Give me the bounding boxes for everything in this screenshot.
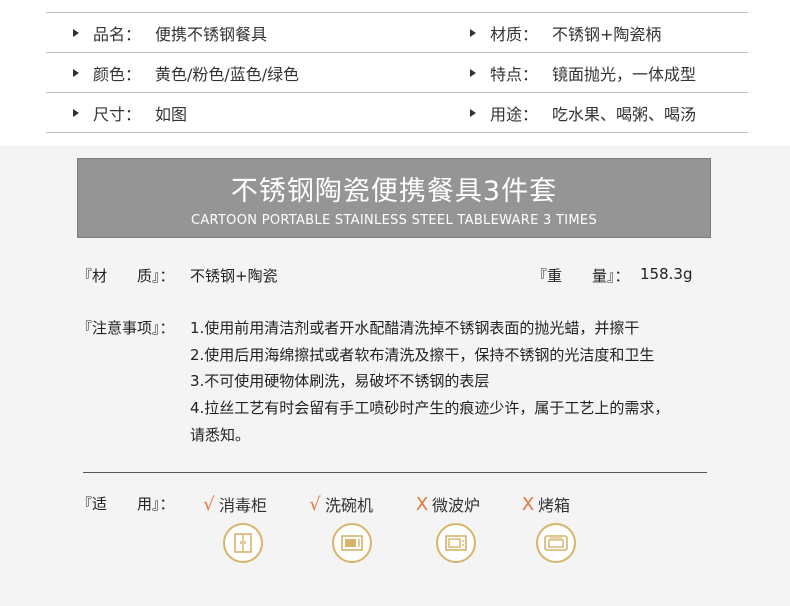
spec-label: 颜色： [93,64,142,84]
oven-icon [536,523,576,563]
triangle-bullet-icon [73,28,79,37]
spec-label: 品名： [93,24,142,44]
spec-table: 品名： 便携不锈钢餐具 材质： 不锈钢+陶瓷柄 颜色： 黄色/粉色/蓝色/绿色 … [46,12,748,133]
weight-label: 『重 量』： [532,267,630,285]
note-line: 请悉知。 [190,426,251,444]
note-line: 2.使用后用海绵擦拭或者软布清洗及擦干，保持不锈钢的光洁度和卫生 [190,346,655,364]
triangle-bullet-icon [470,68,476,77]
spec-section: 品名： 便携不锈钢餐具 材质： 不锈钢+陶瓷柄 颜色： 黄色/粉色/蓝色/绿色 … [0,0,790,146]
triangle-bullet-icon [470,108,476,117]
spec-cell: 用途： 吃水果、喝粥、喝汤 [470,101,696,125]
usage-item-label: 烤箱 [538,496,571,515]
spec-value: 不锈钢+陶瓷柄 [552,24,662,44]
spec-label: 特点： [490,64,539,84]
check-mark-icon: √ [203,493,215,515]
triangle-bullet-icon [73,108,79,117]
spec-label: 材质： [490,24,539,44]
triangle-bullet-icon [73,68,79,77]
spec-row: 尺寸： 如图 用途： 吃水果、喝粥、喝汤 [46,93,748,133]
usage-label: 『适 用』： [77,495,175,513]
banner-subtitle: CARTOON PORTABLE STAINLESS STEEL TABLEWA… [190,213,597,228]
spec-label: 用途： [490,104,539,124]
usage-item-dishwasher: √ 洗碗机 [306,492,373,516]
note-line: 4.拉丝工艺有时会留有手工喷砂时产生的痕迹少许，属于工艺上的需求， [190,399,670,417]
usage-item-microwave: X 微波炉 [413,492,480,516]
triangle-bullet-icon [470,28,476,37]
material-value: 不锈钢+陶瓷 [190,267,278,285]
spec-label: 尺寸： [93,104,142,124]
spec-row: 颜色： 黄色/粉色/蓝色/绿色 特点： 镜面抛光，一体成型 [46,53,748,93]
spec-cell: 特点： 镜面抛光，一体成型 [470,61,696,85]
note-line: 3.不可使用硬物体刷洗，易破坏不锈钢的表层 [190,372,490,390]
cross-mark-icon: X [521,493,535,515]
usage-item-oven: X 烤箱 [519,492,570,516]
check-mark-icon: √ [309,493,321,515]
spec-cell: 颜色： 黄色/粉色/蓝色/绿色 [73,61,299,85]
material-label: 『材 质』： [77,267,175,285]
spec-cell: 品名： 便携不锈钢餐具 [73,21,267,45]
spec-value: 如图 [155,104,188,124]
spec-row: 品名： 便携不锈钢餐具 材质： 不锈钢+陶瓷柄 [46,13,748,53]
cross-mark-icon: X [415,493,429,515]
notes-label: 『注意事项』： [77,319,175,337]
spec-value: 吃水果、喝粥、喝汤 [552,104,697,124]
dishwasher-icon [332,523,372,563]
microwave-icon [436,523,476,563]
disinfection-cabinet-icon [223,523,263,563]
spec-value: 便携不锈钢餐具 [155,24,268,44]
spec-value: 黄色/粉色/蓝色/绿色 [155,64,300,84]
banner-title: 不锈钢陶瓷便携餐具3件套 [230,176,558,207]
usage-item-label: 洗碗机 [325,496,374,515]
usage-item-label: 消毒柜 [219,496,268,515]
usage-item-label: 微波炉 [432,496,481,515]
section-divider [83,472,707,473]
weight-value: 158.3g [640,265,693,283]
usage-item-disinfection-cabinet: √ 消毒柜 [200,492,267,516]
spec-cell: 材质： 不锈钢+陶瓷柄 [470,21,661,45]
spec-cell: 尺寸： 如图 [73,101,187,125]
title-banner: 不锈钢陶瓷便携餐具3件套 CARTOON PORTABLE STAINLESS … [77,158,711,238]
spec-value: 镜面抛光，一体成型 [552,64,697,84]
note-line: 1.使用前用清洁剂或者开水配醋清洗掉不锈钢表面的抛光蜡，并擦干 [190,319,640,337]
